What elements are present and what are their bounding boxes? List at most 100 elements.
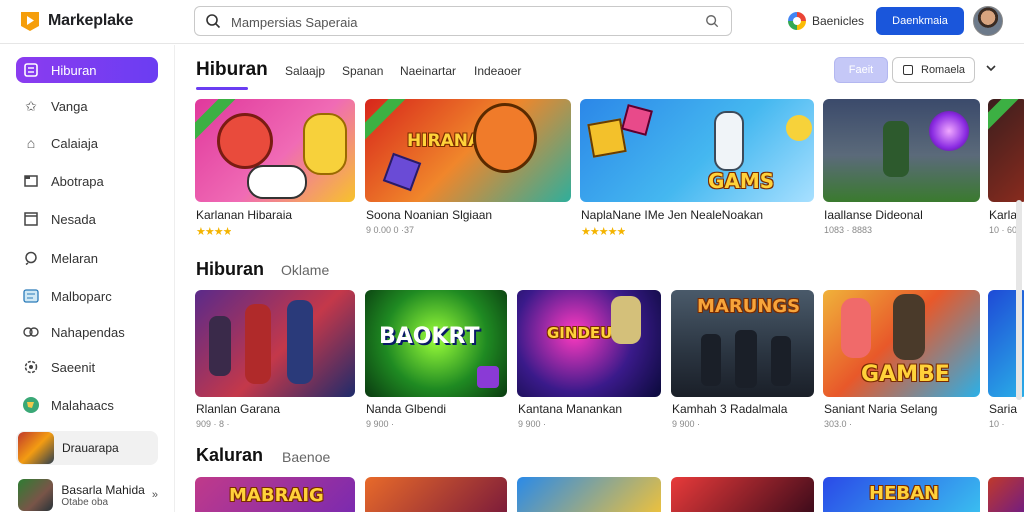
game-title[interactable]: Iaallanse Dideonal xyxy=(824,208,981,222)
game-meta: 909 · 8 · xyxy=(196,419,230,429)
sidebar-item-label: Melaran xyxy=(51,250,98,266)
game-card-thumbnail[interactable]: BAOKRT xyxy=(365,290,507,397)
tab-hiburan[interactable]: Hiburan xyxy=(196,59,268,81)
game-meta: 9 900 · xyxy=(672,419,701,429)
section-subtitle[interactable]: Oklame xyxy=(281,262,329,278)
search-icon xyxy=(206,14,221,29)
game-title[interactable]: Kamhah 3 Radalmala xyxy=(672,402,815,416)
game-title[interactable]: Saria xyxy=(989,402,1019,416)
tab-bar: Hiburan Salaajp Spanan Naeinartar Indeao… xyxy=(176,45,1024,95)
scrollbar[interactable] xyxy=(1016,200,1022,400)
sidebar: Hiburan ✩ Vanga ⌂ Calaiaja Abotrapa Nesa… xyxy=(0,45,175,512)
thumbnail-art-text: MARUNGS xyxy=(697,296,801,317)
game-title[interactable]: Karla xyxy=(989,208,1019,222)
game-card-thumbnail[interactable] xyxy=(517,477,661,512)
game-card-thumbnail[interactable] xyxy=(671,477,814,512)
rating-stars: ★★★★★ xyxy=(581,226,626,238)
section-title: Kaluran xyxy=(196,445,264,465)
profile-text: Basarla Mahida Otabe oba xyxy=(61,483,151,508)
sidebar-item-vanga[interactable]: ✩ Vanga xyxy=(16,93,158,119)
featured-thumbnail xyxy=(18,432,54,464)
game-card-thumbnail[interactable] xyxy=(988,99,1024,202)
square-icon xyxy=(22,210,40,228)
gear-icon xyxy=(22,358,40,376)
profile-thumbnail xyxy=(18,479,54,511)
games-label[interactable]: Baenicles xyxy=(812,14,864,28)
game-meta: 9 900 · xyxy=(366,419,395,429)
sidebar-item-label: Abotrapa xyxy=(51,173,104,189)
sidebar-item-malboparc[interactable]: Malboparc xyxy=(16,283,158,309)
sidebar-item-melaran[interactable]: Melaran xyxy=(16,245,158,271)
folder-icon xyxy=(22,172,40,190)
game-title[interactable]: Karlanan Hibaraia xyxy=(196,208,356,222)
game-title[interactable]: Saniant Naria Selang xyxy=(824,402,981,416)
sidebar-item-hiburan[interactable]: Hiburan xyxy=(16,57,158,83)
section-title: Hiburan xyxy=(196,259,265,279)
sidebar-item-calaiaja[interactable]: ⌂ Calaiaja xyxy=(16,130,158,156)
tab-indeaoer[interactable]: Indeaoer xyxy=(474,64,521,78)
profile-title: Basarla Mahida xyxy=(61,482,145,497)
game-card-thumbnail[interactable]: GAMS xyxy=(580,99,814,202)
game-card-thumbnail[interactable] xyxy=(195,290,355,397)
tab-salaajp[interactable]: Salaajp xyxy=(285,64,325,78)
game-title[interactable]: Soona Noanian Slgiaan xyxy=(366,208,572,222)
game-card-thumbnail[interactable]: MARUNGS xyxy=(671,290,814,397)
sort-button[interactable]: Romaela xyxy=(892,57,975,83)
game-card-thumbnail[interactable] xyxy=(195,99,355,202)
game-title[interactable]: Rlanlan Garana xyxy=(196,402,356,416)
game-card-thumbnail[interactable] xyxy=(365,477,507,512)
sort-icon xyxy=(903,65,913,75)
sidebar-item-label: Malahaacs xyxy=(51,397,114,413)
game-card-thumbnail[interactable]: HIRANAN xyxy=(365,99,571,202)
search-submit-icon[interactable] xyxy=(705,14,719,28)
sidebar-item-nesada[interactable]: Nesada xyxy=(16,206,158,232)
sidebar-profile-card[interactable]: Basarla Mahida Otabe oba » xyxy=(16,475,158,515)
sidebar-item-label: Vanga xyxy=(51,98,88,114)
search-input[interactable] xyxy=(231,12,691,32)
game-meta: 10 · xyxy=(989,419,1005,429)
game-title[interactable]: NaplaNane IMe Jen NealeNoakan xyxy=(581,208,815,222)
game-card-thumbnail[interactable]: HEBAN xyxy=(823,477,980,512)
sidebar-item-saeenit[interactable]: Saeenit xyxy=(16,354,158,380)
tab-spanan[interactable]: Spanan xyxy=(342,64,383,78)
featured-title: Drauarapa xyxy=(62,441,119,455)
game-meta: 1083 · 8883 xyxy=(824,225,873,235)
game-meta: 9 900 · xyxy=(518,419,547,429)
game-meta: 303.0 · xyxy=(824,419,853,429)
game-card-thumbnail[interactable] xyxy=(988,477,1024,512)
sidebar-featured-card[interactable]: Drauarapa xyxy=(16,431,158,465)
thumbnail-art-text: GAMS xyxy=(708,169,775,193)
game-meta: 9 0.00 0 ·37 xyxy=(366,225,415,235)
game-card-thumbnail[interactable] xyxy=(823,99,980,202)
user-avatar[interactable] xyxy=(973,6,1003,36)
game-card-thumbnail[interactable]: GINDEUR xyxy=(517,290,661,397)
sort-label: Romaela xyxy=(921,64,966,76)
users-icon xyxy=(22,323,40,341)
primary-action-button[interactable]: Daenkmaia xyxy=(876,7,964,35)
sidebar-item-abotrapa[interactable]: Abotrapa xyxy=(16,168,158,194)
sidebar-item-label: Nahapendas xyxy=(51,324,125,340)
game-card-thumbnail[interactable]: GAMBE xyxy=(823,290,980,397)
game-card-thumbnail[interactable]: MABRAIG xyxy=(195,477,355,512)
filter-button[interactable]: Faeit xyxy=(834,57,888,83)
thumbnail-art-text: BAOKRT xyxy=(379,324,480,349)
app-name[interactable]: Markeplake xyxy=(48,12,133,30)
games-icon[interactable] xyxy=(788,12,806,30)
sidebar-item-nahapendas[interactable]: Nahapendas xyxy=(16,319,158,345)
game-title[interactable]: Kantana Manankan xyxy=(518,402,662,416)
tab-naeinartar[interactable]: Naeinartar xyxy=(400,64,456,78)
grid-icon xyxy=(22,61,40,79)
active-tab-indicator xyxy=(196,87,248,90)
app-logo-icon[interactable] xyxy=(18,9,42,33)
sidebar-item-label: Saeenit xyxy=(51,359,96,375)
star-icon: ✩ xyxy=(25,97,37,114)
search-bar[interactable] xyxy=(194,6,732,36)
chevron-right-icon[interactable]: » xyxy=(152,489,158,501)
chevron-down-icon[interactable] xyxy=(984,61,998,75)
main-content: Hiburan Salaajp Spanan Naeinartar Indeao… xyxy=(176,45,1024,512)
section-subtitle[interactable]: Baenoe xyxy=(282,449,330,465)
thumbnail-art-text: HEBAN xyxy=(869,483,940,504)
sidebar-item-malahaacs[interactable]: Malahaacs xyxy=(16,392,158,418)
sidebar-item-label: Malboparc xyxy=(51,288,112,304)
game-title[interactable]: Nanda Glbendi xyxy=(366,402,508,416)
